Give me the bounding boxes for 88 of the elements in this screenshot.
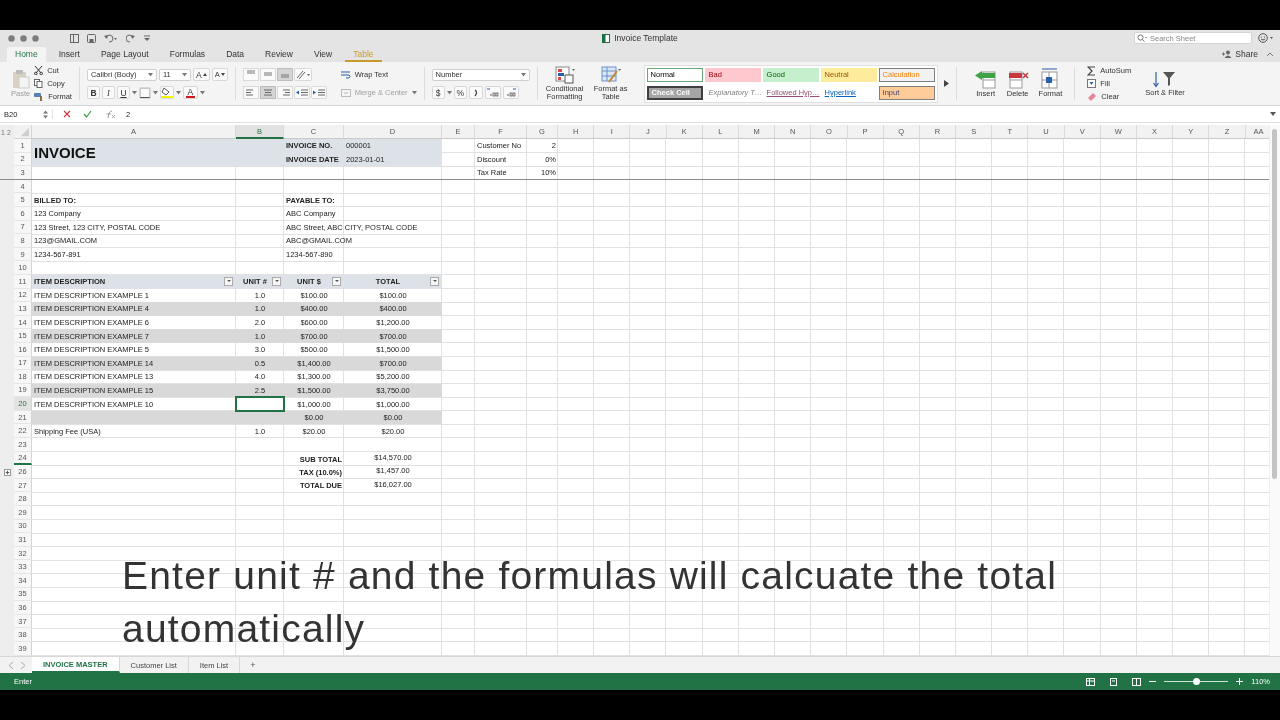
next-sheet-icon[interactable] — [20, 661, 26, 669]
caret-icon — [446, 90, 452, 95]
caption-text: Enter unit # and the formulas will calcuate the total automatically — [122, 553, 1059, 652]
normal-view-icon[interactable] — [1086, 677, 1096, 686]
horizontal-align-icon[interactable] — [242, 86, 259, 99]
page-break-view-icon[interactable] — [1132, 677, 1142, 686]
ribbon-tab[interactable]: Page Layout — [92, 47, 157, 62]
filter-button[interactable] — [272, 276, 281, 286]
caret-icon — [131, 90, 137, 95]
previous-sheet-icon[interactable] — [8, 661, 14, 669]
conditional-formatting-icon — [554, 65, 575, 84]
ribbon-tab[interactable]: Data — [218, 47, 253, 62]
filter-button[interactable] — [224, 276, 233, 286]
stepper-icon — [43, 109, 48, 119]
vertical-align-icon[interactable] — [259, 68, 276, 81]
save-icon[interactable] — [87, 33, 96, 43]
merge-icon — [340, 88, 351, 97]
caret-icon — [147, 72, 153, 77]
filter-button[interactable] — [332, 276, 341, 286]
filter-button[interactable] — [430, 276, 439, 286]
horizontal-align-icon[interactable] — [276, 86, 293, 99]
decrease-indent-icon[interactable] — [293, 86, 310, 99]
ribbon-tab[interactable]: Insert — [50, 47, 88, 62]
window-title: Invoice Template — [614, 33, 678, 43]
vertical-align-icon[interactable] — [242, 68, 259, 81]
add-sheet-button[interactable]: + — [240, 657, 266, 673]
ribbon-tab[interactable]: Home — [7, 47, 46, 62]
table-cell: INVOICE — [32, 139, 236, 167]
scrollbar-thumb[interactable] — [1272, 129, 1277, 479]
ribbon-tab[interactable]: View — [305, 47, 341, 62]
currency-button[interactable]: $ — [431, 86, 445, 99]
page-layout-view-icon[interactable] — [1109, 677, 1119, 686]
caret-icon — [411, 90, 417, 95]
wrap-text-icon — [340, 70, 351, 79]
scissors-icon — [34, 66, 44, 75]
grow-font-button[interactable]: A — [192, 68, 210, 81]
gallery-more-icon[interactable] — [943, 80, 949, 87]
caret-icon — [181, 72, 187, 77]
bold-button[interactable]: B — [86, 86, 100, 99]
slider-thumb[interactable] — [1192, 678, 1200, 685]
undo-icon[interactable] — [104, 33, 118, 43]
increase-indent-icon[interactable] — [310, 86, 327, 99]
delete-cells-icon — [1006, 68, 1029, 90]
copy-icon — [34, 79, 44, 88]
format-table-icon — [600, 65, 621, 84]
paintbrush-icon — [34, 92, 45, 101]
percent-button[interactable]: % — [453, 86, 468, 99]
comma-style-icon[interactable] — [469, 86, 484, 99]
horizontal-align-icon[interactable] — [259, 86, 276, 99]
outline-expand-icon[interactable] — [3, 468, 11, 476]
borders-icon[interactable] — [138, 86, 151, 99]
sidebar-icon[interactable] — [70, 33, 79, 43]
caret-icon — [199, 90, 205, 95]
search-icon — [1137, 34, 1147, 42]
underline-button[interactable]: U — [116, 86, 130, 99]
up-arrow-icon — [202, 73, 207, 76]
ribbon-tab[interactable]: Formulas — [161, 47, 214, 62]
function-icon[interactable] — [104, 109, 116, 119]
caret-icon — [152, 90, 158, 95]
fill-color-icon[interactable] — [159, 86, 174, 99]
sort-filter-icon — [1153, 69, 1177, 88]
zoom-out-icon[interactable] — [1149, 678, 1157, 685]
enter-icon[interactable] — [83, 110, 92, 118]
share-button[interactable]: Share — [1222, 47, 1258, 61]
document-icon — [602, 33, 611, 43]
caret-icon — [175, 90, 181, 95]
redo-icon[interactable] — [126, 33, 135, 43]
clipboard-icon — [11, 68, 30, 89]
smiley-icon[interactable] — [1258, 33, 1274, 43]
eraser-icon — [1087, 92, 1098, 101]
expand-icon[interactable] — [1270, 112, 1276, 116]
zoom-in-icon[interactable] — [1236, 678, 1244, 685]
decrease-decimal-icon[interactable] — [503, 86, 520, 99]
caret-icon — [520, 72, 526, 77]
font-color-button[interactable]: A — [182, 86, 198, 99]
fill-down-icon — [1087, 79, 1097, 88]
cancel-icon[interactable] — [63, 110, 71, 118]
customize-icon[interactable] — [143, 33, 151, 43]
sum-icon — [1087, 65, 1097, 76]
add-person-icon — [1222, 50, 1233, 58]
collapse-icon[interactable] — [1266, 51, 1274, 57]
vertical-align-icon[interactable] — [276, 68, 293, 81]
increase-decimal-icon[interactable] — [485, 86, 502, 99]
text-orientation-icon[interactable] — [293, 68, 312, 81]
italic-button[interactable]: I — [101, 86, 115, 99]
down-arrow-icon — [220, 73, 225, 76]
ribbon-tab[interactable]: Review — [257, 47, 301, 62]
insert-cells-icon — [974, 68, 997, 90]
